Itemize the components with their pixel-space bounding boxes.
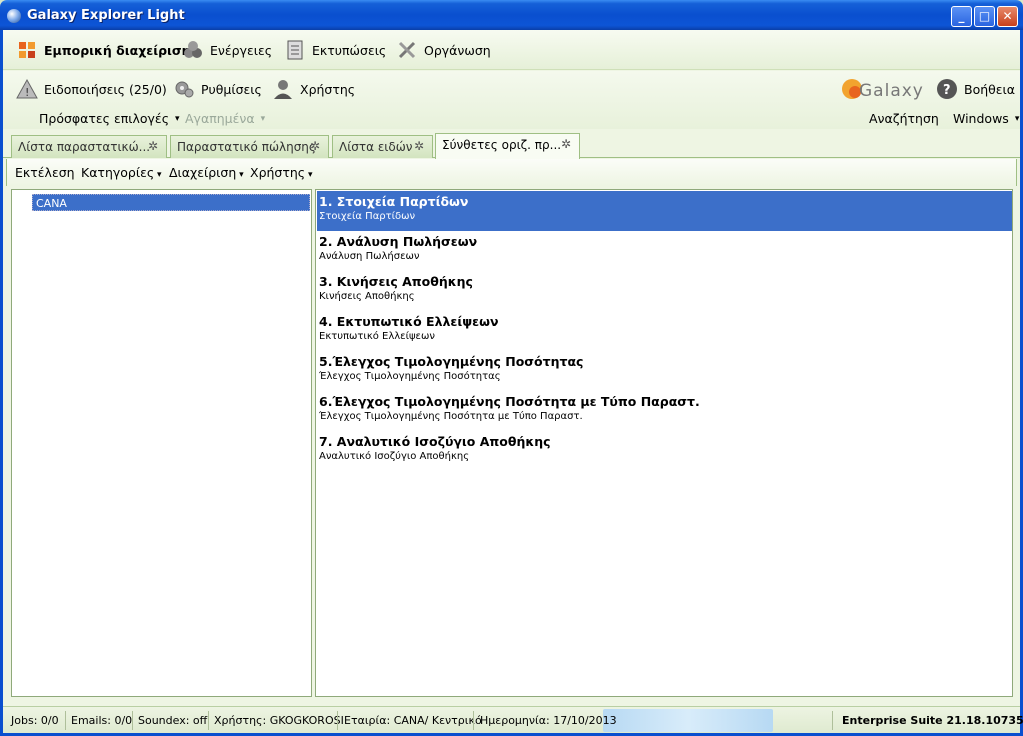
report-item[interactable]: 1. Στοιχεία Παρτίδων Στοιχεία Παρτίδων (317, 191, 1012, 231)
report-subtitle: Αναλυτικό Ισοζύγιο Αποθήκης (319, 451, 470, 462)
report-subtitle: Έλεγχος Τιμολογημένης Ποσότητας (319, 371, 501, 382)
window-frame: Εμπορική διαχείριση Ενέργειες Εκτυπώσεις… (0, 30, 1023, 736)
svg-text:?: ? (943, 83, 951, 98)
notifications-label: Ειδοποιήσεις (25/0) (44, 81, 167, 97)
commerce-icon (19, 42, 35, 58)
main-menu-bar: Εμπορική διαχείριση Ενέργειες Εκτυπώσεις… (3, 30, 1020, 70)
tab-label: Παραστατικό πώλησης (177, 140, 316, 154)
notifications-menu[interactable]: ! Ειδοποιήσεις (25/0) (16, 78, 167, 100)
secondary-menu-bar: ! Ειδοποιήσεις (25/0) Ρυθμίσεις Χρήστης … (3, 71, 1020, 129)
execute-button[interactable]: Εκτέλεση (15, 165, 75, 180)
menu-actions[interactable]: Ενέργειες (182, 39, 272, 61)
close-tab-icon[interactable]: ✲ (414, 140, 427, 153)
user-label: Χρήστης (300, 81, 356, 97)
toolbar-user-menu[interactable]: Χρήστης (250, 165, 313, 180)
menu-printouts[interactable]: Εκτυπώσεις (284, 39, 386, 61)
status-bar: Jobs: 0/0 Emails: 0/0 Soundex: off Χρήστ… (3, 706, 1023, 733)
minimize-button[interactable]: _ (951, 6, 972, 27)
window-title: Galaxy Explorer Light (27, 8, 185, 23)
report-title: 4. Εκτυπωτικό Ελλείψεων (319, 314, 499, 329)
report-title: 6.Έλεγχος Τιμολογημένης Ποσότητα με Τύπο… (319, 394, 700, 409)
menu-organization[interactable]: Οργάνωση (396, 39, 491, 61)
title-bar: Galaxy Explorer Light _ □ ✕ (0, 0, 1023, 30)
report-item[interactable]: 4. Εκτυπωτικό Ελλείψεων Εκτυπωτικό Ελλεί… (317, 311, 1012, 351)
report-item[interactable]: 3. Κινήσεις Αποθήκης Κινήσεις Αποθήκης (317, 271, 1012, 311)
report-subtitle: Εκτυπωτικό Ελλείψεων (319, 331, 435, 342)
user-menu[interactable]: Χρήστης (272, 78, 355, 100)
menu-commerce[interactable]: Εμπορική διαχείριση (16, 39, 191, 61)
status-emails: Emails: 0/0 (71, 714, 133, 727)
status-date: Ημερομηνία: 17/10/2013 (480, 714, 617, 727)
help-icon: ? (937, 79, 957, 99)
report-list: 1. Στοιχεία Παρτίδων Στοιχεία Παρτίδων 2… (315, 189, 1013, 697)
status-user: Χρήστης: GKOGKOROSI (214, 714, 344, 727)
actions-icon (184, 41, 202, 58)
windows-menu[interactable]: Windows (953, 111, 1019, 126)
menu-printouts-label: Εκτυπώσεις (312, 42, 387, 58)
tab-label: Σύνθετες οριζ. πρ... (442, 138, 562, 152)
app-icon (7, 9, 21, 23)
status-soundex: Soundex: off (138, 714, 208, 727)
tab-documents-list[interactable]: Λίστα παραστατικώ... ✲ (11, 135, 167, 158)
user-icon (274, 80, 292, 99)
recent-options-menu[interactable]: Πρόσφατες επιλογές (39, 111, 180, 126)
report-item[interactable]: 2. Ανάλυση Πωλήσεων Ανάλυση Πωλήσεων (317, 231, 1012, 271)
help-menu[interactable]: ? Βοήθεια (936, 78, 1015, 100)
gear-icon (175, 81, 194, 98)
status-jobs: Jobs: 0/0 (11, 714, 59, 727)
report-title: 7. Αναλυτικό Ισοζύγιο Αποθήκης (319, 434, 551, 449)
status-suite-version: Enterprise Suite 21.18.10735f (842, 714, 1023, 727)
report-title: 5.Έλεγχος Τιμολογημένης Ποσότητας (319, 354, 584, 369)
galaxy-logo: Galaxy (841, 75, 923, 103)
tab-strip: Λίστα παραστατικώ... ✲ Παραστατικό πώλησ… (3, 132, 1020, 159)
categories-menu[interactable]: Κατηγορίες (81, 165, 162, 180)
report-title: 3. Κινήσεις Αποθήκης (319, 274, 473, 289)
category-tree: CANA (11, 189, 312, 697)
menu-actions-label: Ενέργειες (210, 42, 273, 58)
close-tab-icon[interactable]: ✲ (310, 140, 323, 153)
help-label: Βοήθεια (964, 81, 1016, 97)
close-tab-icon[interactable]: ✲ (148, 140, 161, 153)
close-tab-icon[interactable]: ✲ (561, 138, 574, 151)
report-item[interactable]: 7. Αναλυτικό Ισοζύγιο Αποθήκης Αναλυτικό… (317, 431, 1012, 471)
galaxy-logo-text: Galaxy (859, 81, 924, 101)
tab-toolbar: Εκτέλεση Κατηγορίες Διαχείριση Χρήστης (6, 159, 1017, 186)
report-subtitle: Κινήσεις Αποθήκης (319, 291, 415, 302)
settings-label: Ρυθμίσεις (201, 81, 262, 97)
tab-items-list[interactable]: Λίστα ειδών ✲ (332, 135, 433, 158)
maximize-button[interactable]: □ (974, 6, 995, 27)
status-decoration (603, 709, 773, 732)
warning-icon: ! (16, 78, 38, 99)
search-menu[interactable]: Αναζήτηση (869, 111, 939, 126)
tree-item-cana[interactable]: CANA (32, 194, 310, 211)
settings-menu[interactable]: Ρυθμίσεις (173, 78, 262, 100)
report-subtitle: Έλεγχος Τιμολογημένης Ποσότητα με Τύπο Π… (319, 411, 583, 422)
report-item[interactable]: 5.Έλεγχος Τιμολογημένης Ποσότητας Έλεγχο… (317, 351, 1012, 391)
tab-label: Λίστα παραστατικώ... (18, 140, 151, 154)
report-title: 2. Ανάλυση Πωλήσεων (319, 234, 478, 249)
report-title: 1. Στοιχεία Παρτίδων (319, 194, 469, 209)
report-subtitle: Ανάλυση Πωλήσεων (319, 251, 420, 262)
tools-icon (398, 41, 416, 59)
tab-label: Λίστα ειδών (339, 140, 413, 154)
report-item[interactable]: 6.Έλεγχος Τιμολογημένης Ποσότητα με Τύπο… (317, 391, 1012, 431)
management-menu[interactable]: Διαχείριση (169, 165, 244, 180)
printouts-icon (287, 40, 303, 60)
svg-text:!: ! (25, 86, 29, 99)
tab-sales-document[interactable]: Παραστατικό πώλησης ✲ (170, 135, 329, 158)
status-company: Εταιρία: CANA/ Κεντρικό (344, 714, 482, 727)
close-button[interactable]: ✕ (997, 6, 1018, 27)
menu-commerce-label: Εμπορική διαχείριση (44, 42, 191, 58)
menu-organization-label: Οργάνωση (424, 42, 491, 58)
tab-complex-queries[interactable]: Σύνθετες οριζ. πρ... ✲ (435, 133, 580, 159)
favorites-menu[interactable]: Αγαπημένα (185, 111, 265, 126)
report-subtitle: Στοιχεία Παρτίδων (319, 211, 416, 222)
